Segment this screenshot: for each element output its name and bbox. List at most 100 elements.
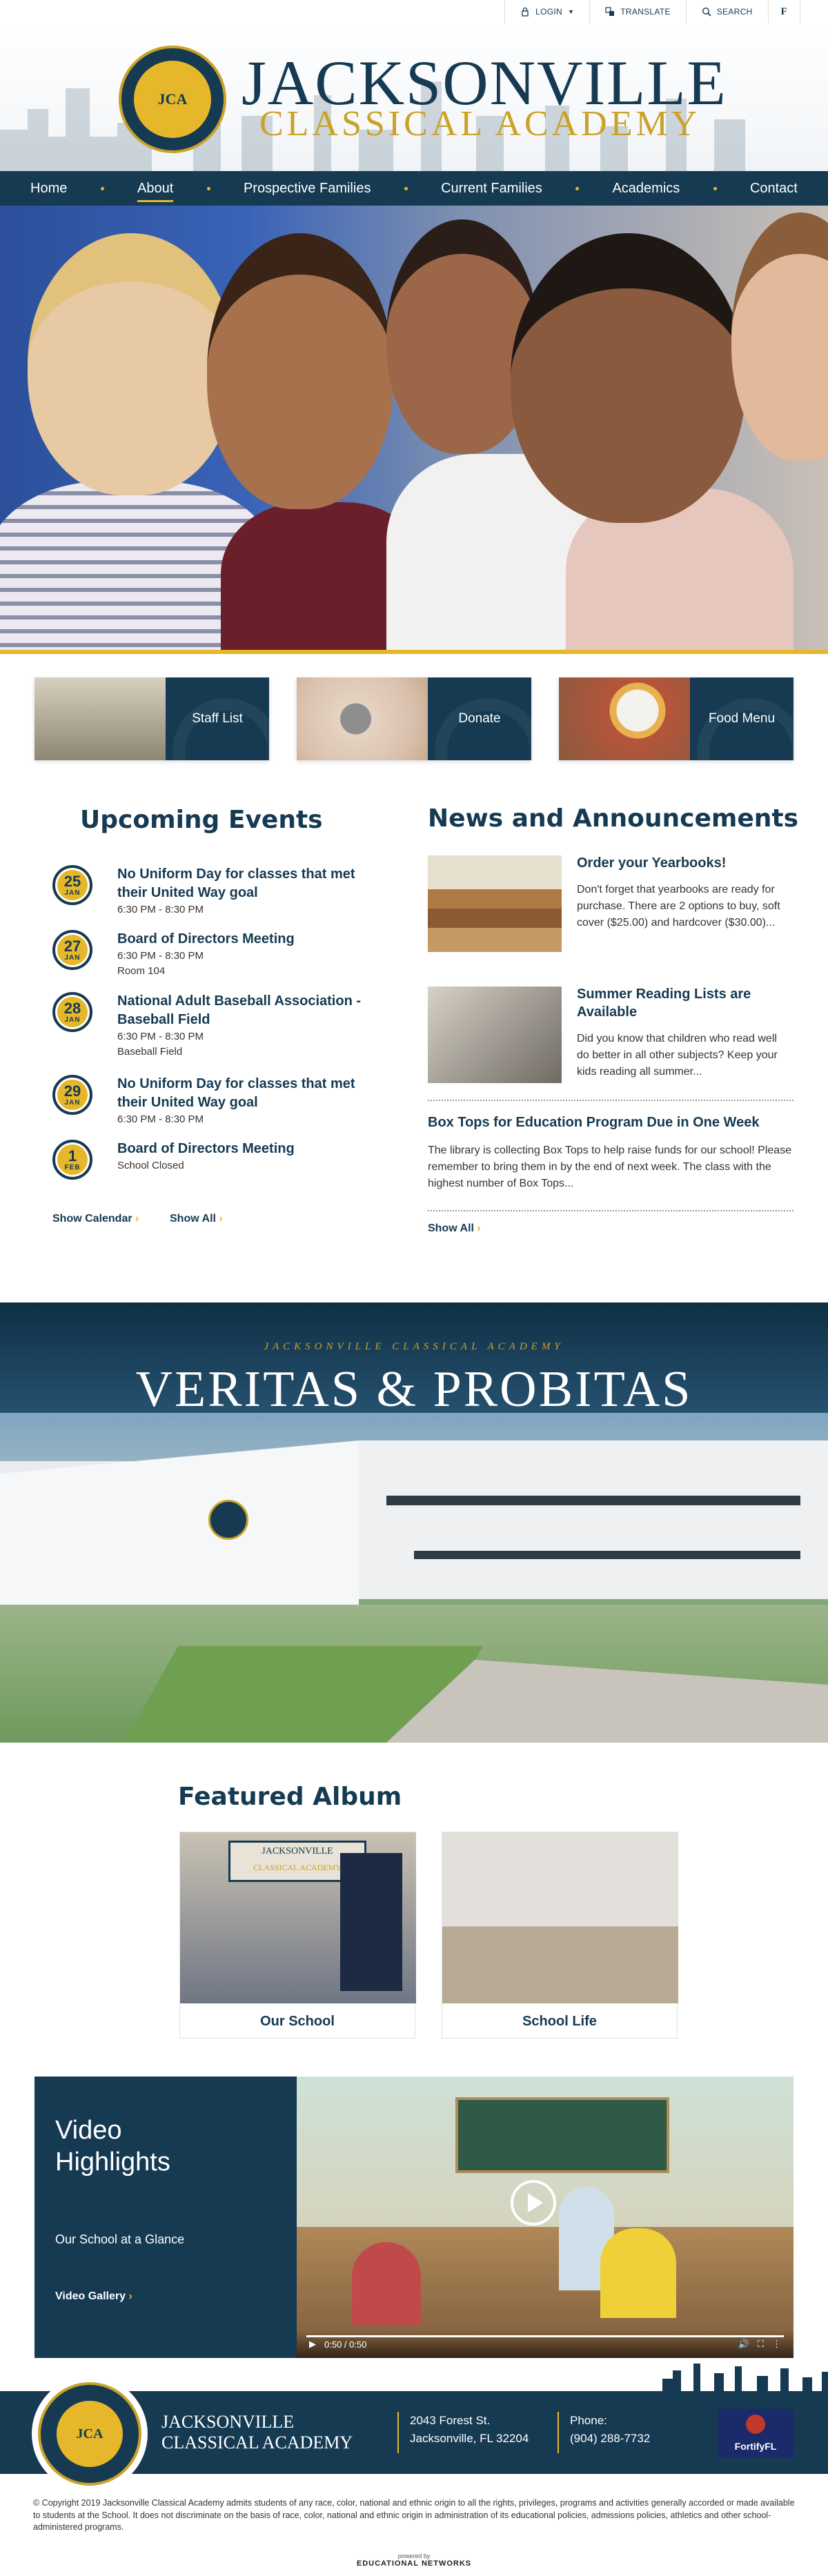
volume-icon[interactable]: 🔊 [738,2339,749,2350]
news-divider [428,1100,793,1101]
footer-phone[interactable]: (904) 288-7732 [570,2430,650,2448]
yearbook-image[interactable] [428,855,562,952]
footer-skyline-graphic [662,2364,828,2392]
staff-photo [34,677,166,760]
album-caption: Our School [260,2013,335,2029]
translate-icon [605,7,615,16]
play-button[interactable] [511,2180,556,2226]
search-icon [702,7,711,17]
event-title[interactable]: National Adult Baseball Association - Ba… [117,992,379,1029]
play-small-icon[interactable]: ▶ [309,2339,316,2350]
fortifyfl-badge[interactable]: FortifyFL [718,2409,793,2457]
news-summary: Don't forget that yearbooks are ready fo… [577,884,780,929]
video-gallery-link[interactable]: Video Gallery [55,2290,132,2303]
fortifyfl-icon [746,2415,765,2434]
news-show-all-link[interactable]: Show All [428,1222,481,1235]
quick-link-food-menu[interactable]: Food Menu [559,677,793,760]
nav-separator [404,186,408,190]
events-show-all-link[interactable]: Show All [170,1213,223,1225]
nav-home[interactable]: Home [30,172,67,205]
news-summary: Did you know that children who read well… [577,1033,778,1078]
album-photo [442,1832,678,2003]
quick-link-label: Staff List [166,677,269,760]
news-title[interactable]: Order your Yearbooks! [577,854,785,872]
facebook-icon: f [780,6,787,17]
event-title[interactable]: No Uniform Day for classes that met thei… [117,865,379,902]
album-photo: JACKSONVILLE CLASSICAL ACADEMY [180,1832,416,2003]
donate-photo [297,677,428,760]
event-date-badge: 27 JAN [52,930,92,970]
video-subtitle: Our School at a Glance [55,2232,185,2246]
video-time: 0:50 / 0:50 [324,2339,367,2350]
nav-contact[interactable]: Contact [750,172,798,205]
event-title[interactable]: Board of Directors Meeting [117,930,379,949]
hero-gold-band [0,650,828,654]
event-location: Baseball Field [117,1045,183,1058]
nav-academics[interactable]: Academics [612,172,680,205]
event-date-badge: 1 FEB [52,1140,92,1180]
caret-down-icon: ▼ [568,8,575,15]
translate-label: TRANSLATE [620,7,671,17]
album-card-school-life[interactable]: School Life [442,1832,678,2039]
copyright-text: © Copyright 2019 Jacksonville Classical … [33,2498,795,2532]
video-controls: ▶ 0:50 / 0:50 🔊 ⛶ ⋮ [297,2330,793,2358]
footer-address-line1: 2043 Forest St. [410,2414,491,2427]
news-divider [428,1210,793,1211]
event-title[interactable]: No Uniform Day for classes that met thei… [117,1075,379,1112]
footer-name-line1: JACKSONVILLE [161,2412,295,2432]
nav-about[interactable]: About [137,172,174,205]
news-title[interactable]: Summer Reading Lists are Available [577,985,785,1021]
food-photo [559,677,690,760]
quick-link-label: Food Menu [690,677,793,760]
translate-button[interactable]: TRANSLATE [590,0,687,23]
event-time: 6:30 PM - 8:30 PM [117,904,204,915]
nav-current-families[interactable]: Current Families [441,172,542,205]
site-header: JCA JACKSONVILLE CLASSICAL ACADEMY [0,25,828,171]
video-progress-bar[interactable] [306,2335,784,2337]
nav-separator [100,186,104,190]
event-location: Room 104 [117,964,166,977]
hero-students-image [0,206,828,654]
event-date-badge: 28 JAN [52,992,92,1032]
album-card-our-school[interactable]: JACKSONVILLE CLASSICAL ACADEMY Our Schoo… [179,1832,416,2039]
nav-separator [206,186,210,190]
quick-link-label: Donate [428,677,531,760]
footer-seal-logo[interactable]: JCA [32,2376,148,2492]
utility-bar: LOGIN ▼ TRANSLATE SEARCH f [0,0,828,25]
event-time: 6:30 PM - 8:30 PM [117,1031,204,1042]
show-calendar-link[interactable]: Show Calendar [52,1213,139,1225]
album-heading: Featured Album [178,1783,402,1811]
facebook-link[interactable]: f [769,0,800,23]
nav-prospective-families[interactable]: Prospective Families [244,172,371,205]
video-title: Video Highlights [55,2116,170,2177]
quick-link-donate[interactable]: Donate [297,677,531,760]
video-player[interactable]: ▶ 0:50 / 0:50 🔊 ⛶ ⋮ [297,2077,793,2358]
event-status: School Closed [117,1160,184,1171]
footer-phone-label: Phone: [570,2414,607,2427]
quick-link-staff-list[interactable]: Staff List [34,677,269,760]
more-options-icon[interactable]: ⋮ [772,2339,781,2350]
site-footer: JCA JACKSONVILLE CLASSICAL ACADEMY 2043 … [0,2376,828,2492]
school-seal-logo[interactable]: JCA [119,46,226,153]
footer-address-line2: Jacksonville, FL 32204 [410,2431,529,2445]
educational-networks-logo[interactable]: EDUCATIONAL NETWORKS [0,2559,828,2568]
brand-name-line2[interactable]: CLASSICAL ACADEMY [259,106,700,142]
fullscreen-icon[interactable]: ⛶ [758,2339,764,2350]
footer-name-line2: CLASSICAL ACADEMY [161,2432,353,2453]
event-time: 6:30 PM - 8:30 PM [117,950,204,962]
fortifyfl-label: FortifyFL [734,2441,777,2452]
album-caption: School Life [522,2013,597,2029]
event-title[interactable]: Board of Directors Meeting [117,1140,379,1158]
nav-separator [713,186,717,190]
search-label: SEARCH [716,7,753,17]
news-summary: The library is collecting Box Tops to he… [428,1145,792,1189]
reading-image[interactable] [428,987,562,1083]
seal-initials: JCA [157,90,188,108]
search-button[interactable]: SEARCH [687,0,769,23]
news-title[interactable]: Box Tops for Education Program Due in On… [428,1113,793,1131]
footer-seal-initials: JCA [76,2426,103,2441]
main-nav: Home About Prospective Families Current … [0,171,828,206]
veritas-banner: JACKSONVILLE CLASSICAL ACADEMY VERITAS &… [0,1302,828,1743]
video-highlights-panel: Video Highlights Our School at a Glance … [34,2077,297,2358]
login-button[interactable]: LOGIN ▼ [505,0,591,23]
